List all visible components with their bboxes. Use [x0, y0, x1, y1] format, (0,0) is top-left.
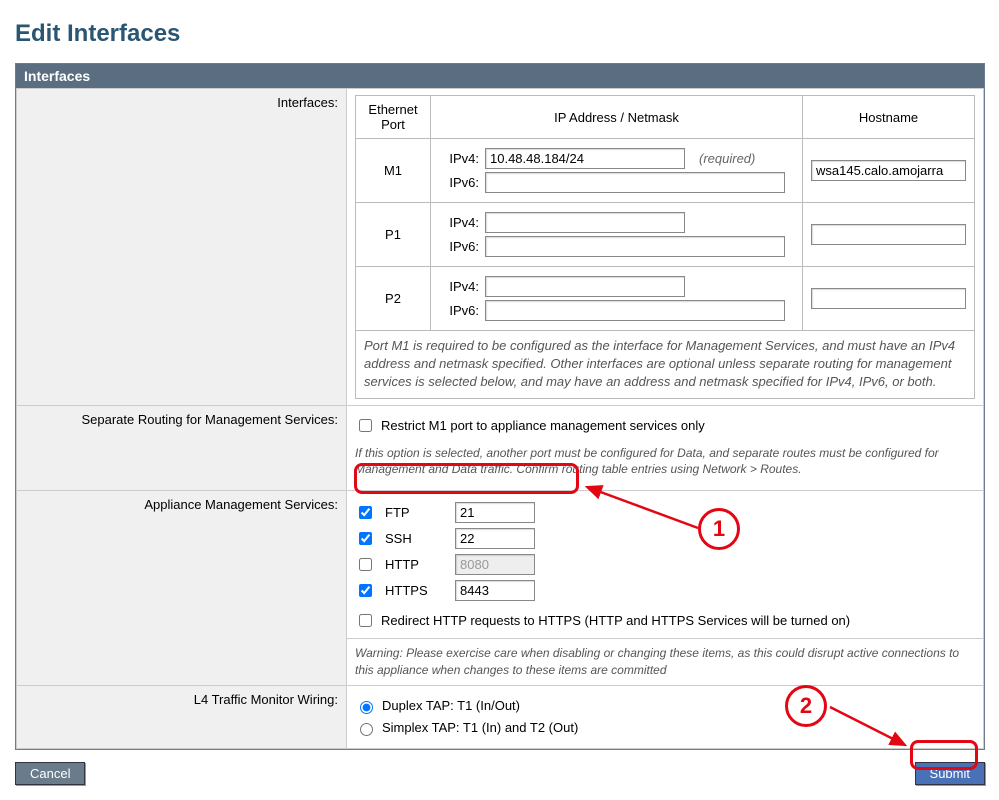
- th-host: Hostname: [803, 96, 975, 139]
- port-row-p1: P1 IPv4: IPv6:: [356, 203, 975, 267]
- panel-header: Interfaces: [16, 64, 984, 88]
- restrict-m1-checkbox[interactable]: [359, 419, 372, 432]
- http-port-input[interactable]: [455, 554, 535, 575]
- l4-wiring-label: L4 Traffic Monitor Wiring:: [17, 685, 347, 748]
- m1-hostname-input[interactable]: [811, 160, 966, 181]
- https-port-input[interactable]: [455, 580, 535, 601]
- ssh-port-input[interactable]: [455, 528, 535, 549]
- ftp-label: FTP: [385, 505, 445, 520]
- th-port: Ethernet Port: [356, 96, 431, 139]
- ssh-checkbox[interactable]: [359, 532, 372, 545]
- p2-ipv4-input[interactable]: [485, 276, 685, 297]
- ssh-label: SSH: [385, 531, 445, 546]
- https-label: HTTPS: [385, 583, 445, 598]
- http-checkbox[interactable]: [359, 558, 372, 571]
- p2-ipv6-input[interactable]: [485, 300, 785, 321]
- m1-ipv6-input[interactable]: [485, 172, 785, 193]
- ipv4-label: IPv4:: [439, 151, 479, 166]
- https-checkbox[interactable]: [359, 584, 372, 597]
- ipv4-label: IPv4:: [439, 279, 479, 294]
- p1-ipv4-input[interactable]: [485, 212, 685, 233]
- port-name: P2: [356, 267, 431, 331]
- submit-button[interactable]: Submit: [915, 762, 985, 785]
- http-label: HTTP: [385, 557, 445, 572]
- ipv6-label: IPv6:: [439, 303, 479, 318]
- port-row-m1: M1 IPv4: (required) IPv6:: [356, 139, 975, 203]
- restrict-m1-label: Restrict M1 port to appliance management…: [381, 418, 705, 433]
- p1-hostname-input[interactable]: [811, 224, 966, 245]
- ftp-checkbox[interactable]: [359, 506, 372, 519]
- cancel-button[interactable]: Cancel: [15, 762, 85, 785]
- l4-duplex-radio[interactable]: [360, 701, 373, 714]
- ftp-port-input[interactable]: [455, 502, 535, 523]
- appliance-services-label: Appliance Management Services:: [17, 491, 347, 686]
- interfaces-panel: Interfaces Interfaces: Ethernet Port IP …: [15, 63, 985, 750]
- m1-ipv4-input[interactable]: [485, 148, 685, 169]
- port-row-p2: P2 IPv4: IPv6:: [356, 267, 975, 331]
- p2-hostname-input[interactable]: [811, 288, 966, 309]
- l4-simplex-radio[interactable]: [360, 723, 373, 736]
- redirect-http-label: Redirect HTTP requests to HTTPS (HTTP an…: [381, 613, 850, 628]
- port-name: M1: [356, 139, 431, 203]
- required-text: (required): [699, 151, 755, 166]
- l4-simplex-label: Simplex TAP: T1 (In) and T2 (Out): [382, 720, 578, 735]
- restrict-note: If this option is selected, another port…: [355, 439, 975, 485]
- port-name: P1: [356, 203, 431, 267]
- separate-routing-label: Separate Routing for Management Services…: [17, 405, 347, 491]
- ipv6-label: IPv6:: [439, 175, 479, 190]
- ipv6-label: IPv6:: [439, 239, 479, 254]
- th-ip: IP Address / Netmask: [431, 96, 803, 139]
- ipv4-label: IPv4:: [439, 215, 479, 230]
- port-note: Port M1 is required to be configured as …: [356, 331, 975, 399]
- page-title: Edit Interfaces: [15, 20, 985, 48]
- p1-ipv6-input[interactable]: [485, 236, 785, 257]
- services-warning: Warning: Please exercise care when disab…: [347, 638, 983, 685]
- l4-duplex-label: Duplex TAP: T1 (In/Out): [382, 698, 520, 713]
- interfaces-label: Interfaces:: [17, 89, 347, 406]
- redirect-http-checkbox[interactable]: [359, 614, 372, 627]
